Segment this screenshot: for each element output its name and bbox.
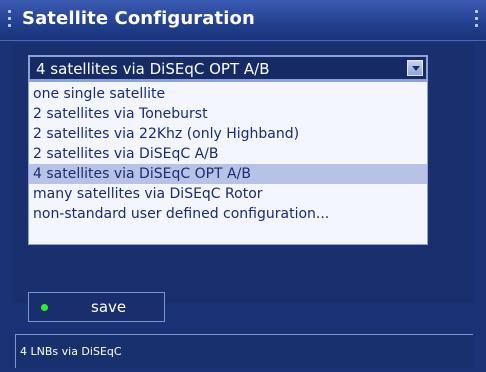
window-title: Satellite Configuration	[22, 8, 255, 29]
dropdown-option[interactable]: one single satellite	[29, 84, 427, 104]
config-select[interactable]: 4 satellites via DiSEqC OPT A/B	[28, 55, 428, 81]
save-button[interactable]: save	[28, 292, 165, 322]
status-text: 4 LNBs via DiSEqC	[20, 345, 122, 358]
chevron-down-icon[interactable]	[407, 60, 423, 76]
config-select-value: 4 satellites via DiSEqC OPT A/B	[36, 60, 270, 78]
status-bar: 4 LNBs via DiSEqC	[15, 334, 473, 368]
dropdown-option[interactable]: non-standard user defined configuration.…	[29, 204, 427, 224]
title-grip-right-icon	[475, 10, 478, 31]
title-grip-left-icon	[8, 10, 11, 31]
dropdown-option[interactable]: 2 satellites via Toneburst	[29, 104, 427, 124]
dropdown-option[interactable]: many satellites via DiSEqC Rotor	[29, 184, 427, 204]
green-dot-icon	[41, 304, 48, 311]
dropdown-option-selected[interactable]: 4 satellites via DiSEqC OPT A/B	[29, 164, 427, 184]
satellite-config-window: Satellite Configuration 4 satellites via…	[0, 0, 486, 372]
save-button-label: save	[91, 298, 127, 316]
dropdown-option[interactable]: 2 satellites via DiSEqC A/B	[29, 144, 427, 164]
dropdown-option[interactable]: 2 satellites via 22Khz (only Highband)	[29, 124, 427, 144]
title-bar: Satellite Configuration	[0, 0, 486, 41]
config-dropdown-list: one single satellite 2 satellites via To…	[28, 81, 428, 245]
